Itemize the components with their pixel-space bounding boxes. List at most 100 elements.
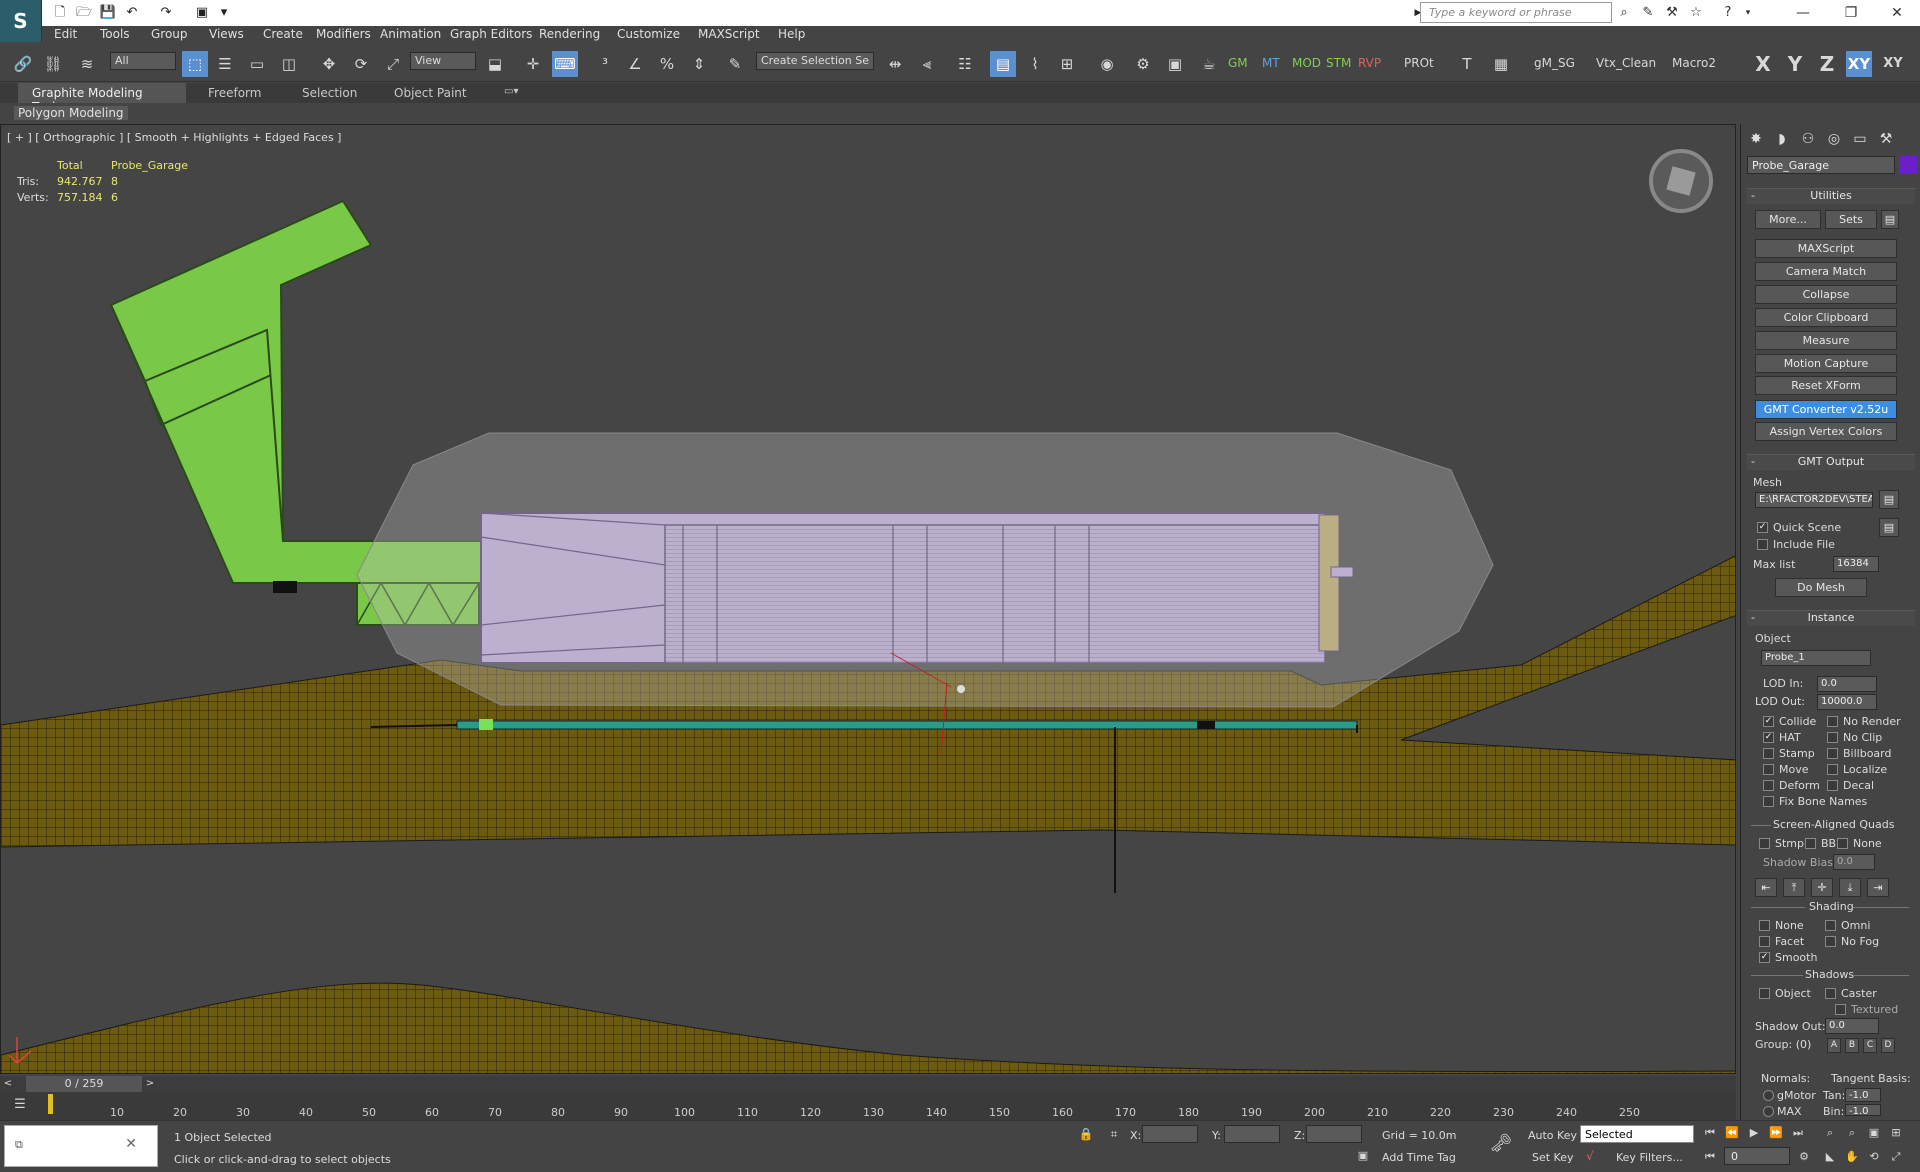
current-frame-field[interactable]: 0: [1724, 1147, 1790, 1165]
reference-coordinate-dropdown[interactable]: View: [410, 52, 476, 70]
no-clip-checkbox[interactable]: [1827, 732, 1838, 743]
undo-icon[interactable]: ↶: [122, 3, 142, 23]
viewport-label[interactable]: [ + ] [ Orthographic ] [ Smooth + Highli…: [7, 131, 341, 144]
chevron-down-icon[interactable]: ▾: [214, 3, 234, 23]
render-setup-icon[interactable]: ⚙: [1130, 51, 1156, 77]
curve-editor-icon[interactable]: ⌇: [1022, 51, 1048, 77]
field-of-view-icon[interactable]: ◣: [1820, 1147, 1840, 1167]
absolute-mode-icon[interactable]: ⌗: [1104, 1125, 1124, 1143]
configure-sets-icon[interactable]: ▤: [1881, 210, 1899, 229]
max-radio[interactable]: [1763, 1106, 1774, 1117]
tab-object-paint[interactable]: Object Paint: [380, 83, 481, 103]
snaps-toggle-icon[interactable]: ³: [592, 51, 618, 77]
go-to-start-icon[interactable]: ⏮: [1700, 1123, 1720, 1143]
z-coord-field[interactable]: [1306, 1125, 1362, 1143]
select-manipulate-icon[interactable]: ✛: [520, 51, 546, 77]
saq-stmp-checkbox[interactable]: [1759, 838, 1770, 849]
viewcube[interactable]: [1649, 149, 1713, 213]
ribbon-options-icon[interactable]: ▭▾: [490, 83, 532, 103]
rotate-icon[interactable]: ⟳: [348, 51, 374, 77]
shadow-bias-field[interactable]: 0.0: [1833, 854, 1875, 870]
graphite-toggle-icon[interactable]: ▤: [990, 51, 1016, 77]
hat-checkbox[interactable]: ✓: [1763, 732, 1774, 743]
utility-gmt-converter-button[interactable]: GMT Converter v2.52u: [1755, 400, 1897, 419]
menu-create[interactable]: Create: [263, 27, 303, 41]
polygon-modeling-panel[interactable]: Polygon Modeling: [14, 106, 128, 120]
open-file-icon[interactable]: 🗁: [74, 3, 94, 23]
time-next-icon[interactable]: >: [142, 1076, 158, 1092]
menu-views[interactable]: Views: [209, 27, 244, 41]
menu-maxscript[interactable]: MAXScript: [698, 27, 760, 41]
prot-button[interactable]: PROt: [1404, 56, 1434, 70]
utility-collapse-button[interactable]: Collapse: [1755, 285, 1897, 304]
window-crossing-icon[interactable]: ◫: [276, 51, 302, 77]
group-a-button[interactable]: A: [1827, 1038, 1841, 1053]
max-list-field[interactable]: 16384: [1833, 556, 1879, 572]
next-frame-icon[interactable]: ⏩: [1766, 1123, 1786, 1143]
track-bar[interactable]: ☰ 10 20 30 40 50 60 70 80 90 100 110 120…: [0, 1092, 1736, 1120]
y-coord-field[interactable]: [1224, 1125, 1280, 1143]
utility-assign-vertex-colors-button[interactable]: Assign Vertex Colors: [1755, 422, 1897, 441]
select-by-name-icon[interactable]: ☰: [212, 51, 238, 77]
utilities-rollout-header[interactable]: - Utilities: [1747, 188, 1915, 204]
keyboard-shortcut-override-icon[interactable]: ⌨: [552, 51, 578, 77]
stm-button[interactable]: STM: [1326, 56, 1351, 70]
utility-motion-capture-button[interactable]: Motion Capture: [1755, 354, 1897, 373]
link-icon[interactable]: 🔗: [10, 51, 36, 77]
maxscript-mini-listener[interactable]: ⧉ ✕: [4, 1125, 158, 1167]
help-dropdown-icon[interactable]: ▾: [1738, 3, 1758, 23]
rendered-frame-window-icon[interactable]: ▣: [1162, 51, 1188, 77]
gmotor-radio[interactable]: [1763, 1090, 1774, 1101]
shading-smooth-checkbox[interactable]: ✓: [1759, 952, 1770, 963]
align-left-icon[interactable]: ⇤: [1755, 878, 1777, 897]
new-file-icon[interactable]: 🗋: [50, 3, 70, 23]
hierarchy-tab-icon[interactable]: ⚇: [1797, 128, 1819, 150]
align-center-icon[interactable]: ✛: [1811, 878, 1833, 897]
group-d-button[interactable]: D: [1881, 1038, 1895, 1053]
listener-close-icon[interactable]: ✕: [125, 1136, 137, 1152]
gm-button[interactable]: GM: [1228, 56, 1248, 70]
more-button[interactable]: More...: [1755, 210, 1821, 229]
minimize-button[interactable]: —: [1780, 0, 1826, 26]
utility-measure-button[interactable]: Measure: [1755, 331, 1897, 350]
auto-key-button[interactable]: Auto Key: [1528, 1129, 1577, 1142]
close-button[interactable]: ✕: [1874, 0, 1920, 26]
time-prev-icon[interactable]: <: [0, 1076, 16, 1092]
align-icon[interactable]: ⫷: [914, 51, 940, 77]
localize-checkbox[interactable]: [1827, 764, 1838, 775]
key-curve-icon[interactable]: √: [1580, 1147, 1600, 1165]
favorites-star-icon[interactable]: ☆: [1686, 3, 1706, 23]
zoom-all-icon[interactable]: ⌕: [1842, 1123, 1862, 1143]
billboard-checkbox[interactable]: [1827, 748, 1838, 759]
menu-animation[interactable]: Animation: [380, 27, 441, 41]
rvp-button[interactable]: RVP: [1358, 56, 1381, 70]
deform-checkbox[interactable]: [1763, 780, 1774, 791]
orbit-icon[interactable]: ⟲: [1864, 1147, 1884, 1167]
help-icon[interactable]: ?: [1718, 3, 1738, 23]
zoom-icon[interactable]: ⌕: [1820, 1123, 1840, 1143]
object-name-field[interactable]: Probe_Garage: [1747, 156, 1895, 174]
named-selection-dropdown[interactable]: Create Selection Se: [756, 52, 874, 70]
save-file-icon[interactable]: 💾: [98, 3, 118, 23]
time-tag-icon[interactable]: ▣: [1354, 1147, 1372, 1165]
spinner-snap-icon[interactable]: ⇕: [686, 51, 712, 77]
viewcube-face-icon[interactable]: [1666, 166, 1696, 196]
shadows-textured-checkbox[interactable]: [1835, 1004, 1846, 1015]
shading-none-checkbox[interactable]: [1759, 920, 1770, 931]
shadows-object-checkbox[interactable]: [1759, 988, 1770, 999]
percent-snap-icon[interactable]: %: [654, 51, 680, 77]
communication-icon[interactable]: ⚒: [1662, 3, 1682, 23]
binoculars-icon[interactable]: ⌕: [1614, 3, 1634, 23]
fix-bone-names-checkbox[interactable]: [1763, 796, 1774, 807]
shading-facet-checkbox[interactable]: [1759, 936, 1770, 947]
utility-camera-match-button[interactable]: Camera Match: [1755, 262, 1897, 281]
tab-selection[interactable]: Selection: [288, 83, 371, 103]
menu-help[interactable]: Help: [778, 27, 805, 41]
add-time-tag[interactable]: Add Time Tag: [1382, 1151, 1456, 1164]
menu-group[interactable]: Group: [151, 27, 188, 41]
mod-button[interactable]: MOD: [1292, 56, 1321, 70]
gm-sg-button[interactable]: gM_SG: [1534, 56, 1575, 70]
play-icon[interactable]: ▶: [1744, 1123, 1764, 1143]
align-bottom-icon[interactable]: ⤓: [1839, 878, 1861, 897]
align-top-icon[interactable]: ⤒: [1783, 878, 1805, 897]
